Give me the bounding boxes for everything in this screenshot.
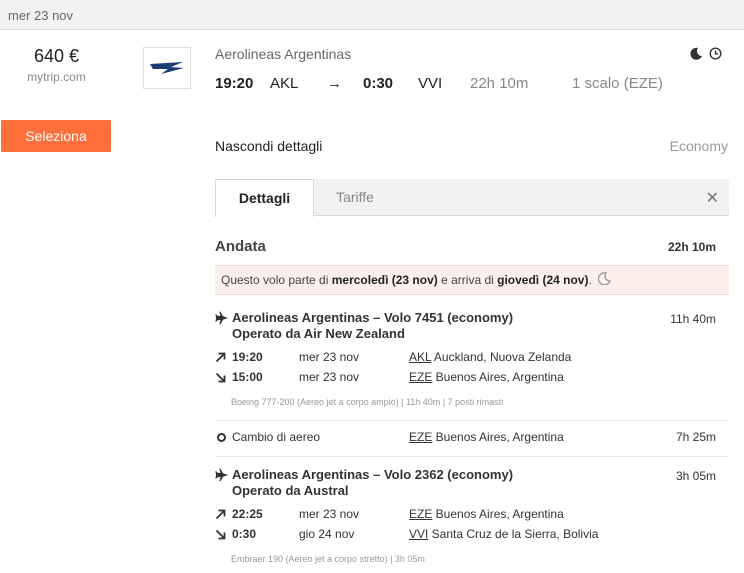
notice-arr-day: giovedì (24 nov) — [497, 273, 589, 287]
takeoff-arrow-icon — [215, 352, 226, 366]
airport-code-link[interactable]: VVI — [409, 527, 428, 541]
cabin-class: Economy — [669, 138, 728, 154]
total-duration: 22h 10m — [470, 75, 529, 92]
airline-logo — [143, 47, 191, 89]
notice-dep-day: mercoledì (23 nov) — [331, 273, 438, 287]
plane-icon — [215, 468, 229, 485]
segment-duration: 11h 40m — [670, 312, 716, 326]
layover-row: Cambio di aereo EZE Buenos Aires, Argent… — [215, 430, 729, 448]
arrival-airport: VVI — [418, 75, 443, 92]
airport-code-link[interactable]: AKL — [409, 350, 431, 364]
hide-details-link[interactable]: Nascondi dettagli — [215, 138, 322, 154]
notice-part: e arriva di — [437, 273, 498, 287]
leg-date: gio 24 nov — [299, 527, 355, 541]
section-duration: 22h 10m — [667, 240, 716, 254]
airline-name: Aerolineas Argentinas — [215, 46, 352, 62]
leg-place: VVI Santa Cruz de la Sierra, Bolivia — [409, 527, 598, 541]
layover-city: Buenos Aires, Argentina — [432, 430, 564, 444]
segment-departure: 19:20 mer 23 nov AKL Auckland, Nuova Zel… — [215, 350, 729, 368]
segment-operator: Operato da Air New Zealand — [232, 326, 405, 341]
layover-label: Cambio di aereo — [232, 430, 321, 444]
tab-details[interactable]: Dettagli — [215, 179, 314, 217]
leg-time: 19:20 — [232, 350, 263, 364]
layover-duration: 7h 25m — [675, 430, 716, 444]
airline-logo-icon — [150, 62, 184, 74]
aircraft-info: Embraer 190 (Aereo jet a corpo stretto) … — [231, 554, 425, 564]
plane-icon — [215, 311, 229, 328]
divider — [215, 456, 729, 457]
leg-time: 15:00 — [232, 370, 263, 384]
airport-code-link[interactable]: EZE — [409, 507, 432, 521]
divider — [215, 420, 729, 421]
leg-place: AKL Auckland, Nuova Zelanda — [409, 350, 571, 364]
stops-info: 1 scalo (EZE) — [572, 75, 663, 92]
segment-departure: 22:25 mer 23 nov EZE Buenos Aires, Argen… — [215, 507, 729, 525]
notice-part: Questo volo parte di — [221, 273, 332, 287]
price-block: 640 € mytrip.com — [0, 46, 113, 84]
leg-city: Buenos Aires, Argentina — [432, 370, 564, 384]
flight-icons — [690, 47, 722, 60]
price-amount: 640 € — [33, 46, 80, 66]
details-tabs: Dettagli Tariffe ✕ — [215, 179, 729, 217]
booking-site: mytrip.com — [27, 70, 86, 84]
select-button[interactable]: Seleziona — [1, 120, 111, 152]
tab-fares[interactable]: Tariffe — [314, 179, 396, 216]
aircraft-info: Boeing 777-200 (Aereo jet a corpo ampio)… — [231, 397, 504, 407]
departure-airport: AKL — [270, 75, 299, 92]
leg-city: Santa Cruz de la Sierra, Bolivia — [428, 527, 599, 541]
leg-date: mer 23 nov — [299, 370, 360, 384]
leg-place: EZE Buenos Aires, Argentina — [409, 507, 564, 521]
leg-date: mer 23 nov — [299, 350, 360, 364]
segment-duration: 3h 05m — [675, 469, 716, 483]
leg-time: 0:30 — [232, 527, 257, 541]
leg-city: Auckland, Nuova Zelanda — [431, 350, 572, 364]
segment-arrival: 15:00 mer 23 nov EZE Buenos Aires, Argen… — [215, 370, 729, 388]
overnight-notice: Questo volo parte di mercoledì (23 nov) … — [215, 265, 729, 295]
close-icon[interactable]: ✕ — [706, 188, 719, 208]
segment-title: Aerolineas Argentinas – Volo 7451 (econo… — [232, 310, 514, 325]
moon-icon — [690, 47, 703, 60]
landing-arrow-icon — [215, 529, 226, 543]
segment-arrival: 0:30 gio 24 nov VVI Santa Cruz de la Sie… — [215, 527, 729, 545]
section-title: Andata — [215, 238, 266, 255]
airport-code-link[interactable]: EZE — [409, 430, 432, 444]
clock-icon — [709, 47, 722, 60]
arrival-time: 0:30 — [363, 75, 394, 92]
leg-date: mer 23 nov — [299, 507, 360, 521]
layover-dot-icon — [217, 433, 226, 442]
date-bar: mer 23 nov — [0, 0, 744, 30]
date-label: mer 23 nov — [8, 8, 74, 23]
arrow-right-icon: → — [327, 75, 342, 92]
departure-time: 19:20 — [215, 75, 254, 92]
landing-arrow-icon — [215, 372, 226, 386]
leg-city: Buenos Aires, Argentina — [432, 507, 564, 521]
moon-icon — [597, 272, 611, 288]
segment-title: Aerolineas Argentinas – Volo 2362 (econo… — [232, 467, 514, 482]
notice-part: . — [588, 273, 592, 287]
notice-text: Questo volo parte di mercoledì (23 nov) … — [221, 273, 592, 287]
takeoff-arrow-icon — [215, 509, 226, 523]
airport-code-link[interactable]: EZE — [409, 370, 432, 384]
leg-time: 22:25 — [232, 507, 263, 521]
layover-place: EZE Buenos Aires, Argentina — [409, 430, 564, 444]
leg-place: EZE Buenos Aires, Argentina — [409, 370, 564, 384]
segment-operator: Operato da Austral — [232, 483, 349, 498]
